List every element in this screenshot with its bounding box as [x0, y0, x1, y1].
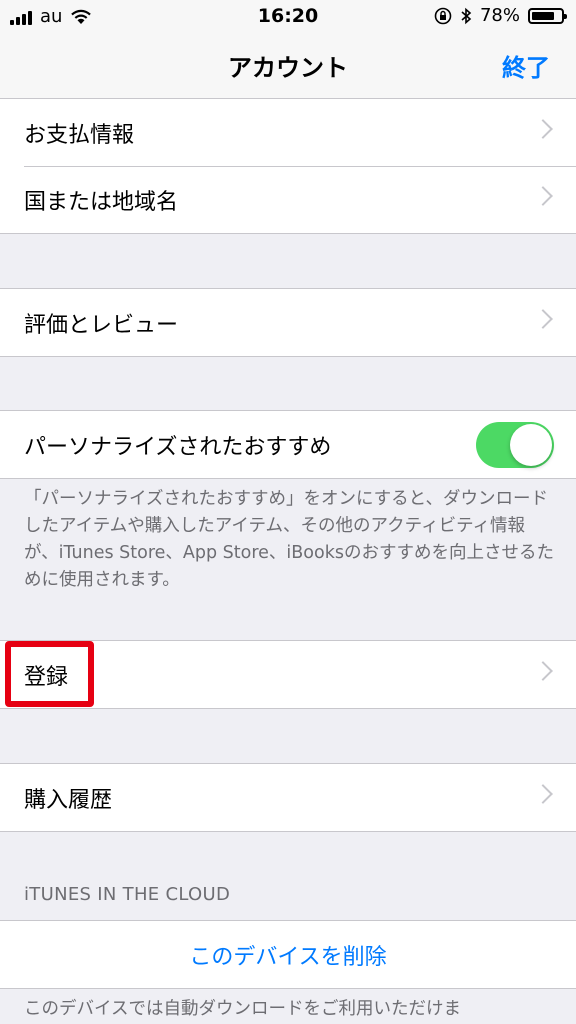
personalized-recommendations-row: パーソナライズされたおすすめ	[0, 411, 576, 478]
chevron-right-icon	[533, 119, 553, 139]
chevron-right-icon	[533, 309, 553, 329]
payment-info-row[interactable]: お支払情報	[0, 99, 576, 166]
purchase-history-label: 購入履歴	[24, 788, 113, 813]
orientation-lock-icon	[434, 7, 452, 24]
ratings-group: 評価とレビュー	[0, 288, 576, 357]
done-button[interactable]: 終了	[502, 48, 550, 83]
payment-info-label: お支払情報	[24, 123, 135, 148]
remove-device-row[interactable]: このデバイスを削除	[0, 921, 576, 988]
personalized-footnote: 「パーソナライズされたおすすめ」をオンにすると、ダウンロードしたアイテムや購入し…	[24, 489, 554, 590]
ratings-reviews-label: 評価とレビュー	[24, 313, 179, 338]
page-title: アカウント	[228, 54, 348, 82]
country-region-label: 国または地域名	[24, 190, 179, 215]
itunes-cloud-header: iTUNES IN THE CLOUD	[24, 884, 231, 905]
navigation-bar: アカウント 終了	[0, 34, 576, 99]
purchase-history-row[interactable]: 購入履歴	[0, 764, 576, 831]
purchase-history-group: 購入履歴	[0, 763, 576, 832]
chevron-right-icon	[533, 661, 553, 681]
ratings-reviews-row[interactable]: 評価とレビュー	[0, 289, 576, 356]
toggle-knob	[510, 424, 552, 466]
country-region-row[interactable]: 国または地域名	[0, 166, 576, 233]
bluetooth-icon	[461, 7, 472, 24]
chevron-right-icon	[533, 784, 553, 804]
highlight-box	[5, 641, 94, 707]
status-right: 78%	[434, 5, 567, 26]
itunes-cloud-footnote: このデバイスでは自動ダウンロードをご利用いただけま	[24, 999, 461, 1019]
chevron-right-icon	[533, 186, 553, 206]
personalized-recommendations-toggle[interactable]	[476, 422, 554, 468]
personalized-recommendations-label: パーソナライズされたおすすめ	[24, 435, 332, 460]
account-info-group: お支払情報 国または地域名	[0, 98, 576, 234]
battery-icon	[528, 7, 567, 24]
remove-device-button[interactable]: このデバイスを削除	[0, 939, 576, 971]
itunes-cloud-group: このデバイスを削除	[0, 920, 576, 989]
personalized-group: パーソナライズされたおすすめ	[0, 410, 576, 479]
battery-percent: 78%	[479, 5, 520, 26]
status-bar: au 16:20 78%	[0, 0, 576, 34]
